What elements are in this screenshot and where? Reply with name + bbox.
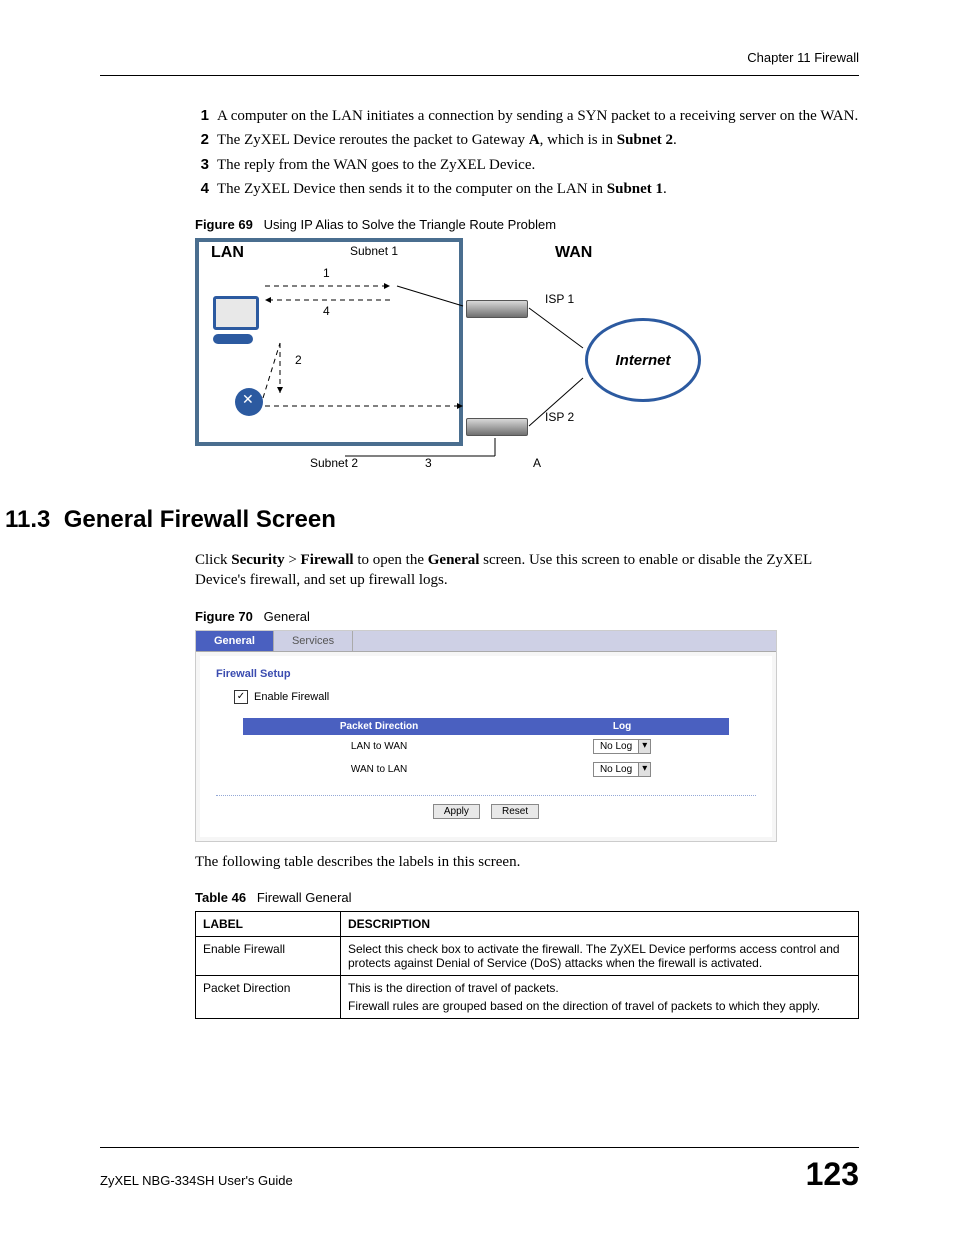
row-wan-to-lan: WAN to LAN <box>243 758 515 781</box>
reset-button[interactable]: Reset <box>491 804 539 819</box>
apply-button[interactable]: Apply <box>433 804 480 819</box>
page-number: 123 <box>806 1156 859 1193</box>
col-packet-direction: Packet Direction <box>243 718 515 735</box>
step-list: 1 A computer on the LAN initiates a conne… <box>195 106 859 199</box>
table-intro: The following table describes the labels… <box>195 852 859 872</box>
enable-firewall-label: Enable Firewall <box>254 691 329 703</box>
step-text: The reply from the WAN goes to the ZyXEL… <box>217 155 535 175</box>
footer-guide-name: ZyXEL NBG-334SH User's Guide <box>100 1173 293 1188</box>
firewall-general-screenshot: General Services Firewall Setup ✓ Enable… <box>195 630 777 842</box>
table-46: LABEL DESCRIPTION Enable Firewall Select… <box>195 911 859 1019</box>
td-packet-direction: Packet Direction <box>196 975 341 1018</box>
chevron-down-icon: ▾ <box>638 763 650 776</box>
figure-69-diagram: LAN Subnet 1 WAN Internet ISP 1 ISP 2 Su… <box>195 238 695 476</box>
tab-services[interactable]: Services <box>274 631 353 651</box>
log-select-lan-to-wan[interactable]: No Log▾ <box>593 739 651 754</box>
th-description: DESCRIPTION <box>341 911 859 936</box>
step-text: The ZyXEL Device then sends it to the co… <box>217 179 667 199</box>
step-text: The ZyXEL Device reroutes the packet to … <box>217 130 677 150</box>
chevron-down-icon: ▾ <box>638 740 650 753</box>
step-num: 2 <box>195 130 209 150</box>
figure-70-caption: Figure 70 General <box>195 609 859 624</box>
col-log: Log <box>515 718 729 735</box>
th-label: LABEL <box>196 911 341 936</box>
step-num: 1 <box>195 106 209 126</box>
panel-heading: Firewall Setup <box>216 668 756 680</box>
step-text: A computer on the LAN initiates a connec… <box>217 106 858 126</box>
td-packet-direction-desc: This is the direction of travel of packe… <box>341 975 859 1018</box>
td-enable-firewall: Enable Firewall <box>196 936 341 975</box>
log-select-wan-to-lan[interactable]: No Log▾ <box>593 762 651 777</box>
step-num: 3 <box>195 155 209 175</box>
row-lan-to-wan: LAN to WAN <box>243 735 515 758</box>
step-num: 4 <box>195 179 209 199</box>
section-heading: 11.3 General Firewall Screen <box>5 506 859 534</box>
enable-firewall-checkbox[interactable]: ✓ <box>234 690 248 704</box>
packet-direction-table: Packet Direction Log LAN to WAN No Log▾ … <box>243 718 729 781</box>
tab-general[interactable]: General <box>196 631 274 651</box>
table-46-caption: Table 46 Firewall General <box>195 890 859 905</box>
page-header: Chapter 11 Firewall <box>100 50 859 76</box>
td-enable-firewall-desc: Select this check box to activate the fi… <box>341 936 859 975</box>
intro-paragraph: Click Security > Firewall to open the Ge… <box>195 550 859 591</box>
figure-69-caption: Figure 69 Using IP Alias to Solve the Tr… <box>195 217 859 232</box>
